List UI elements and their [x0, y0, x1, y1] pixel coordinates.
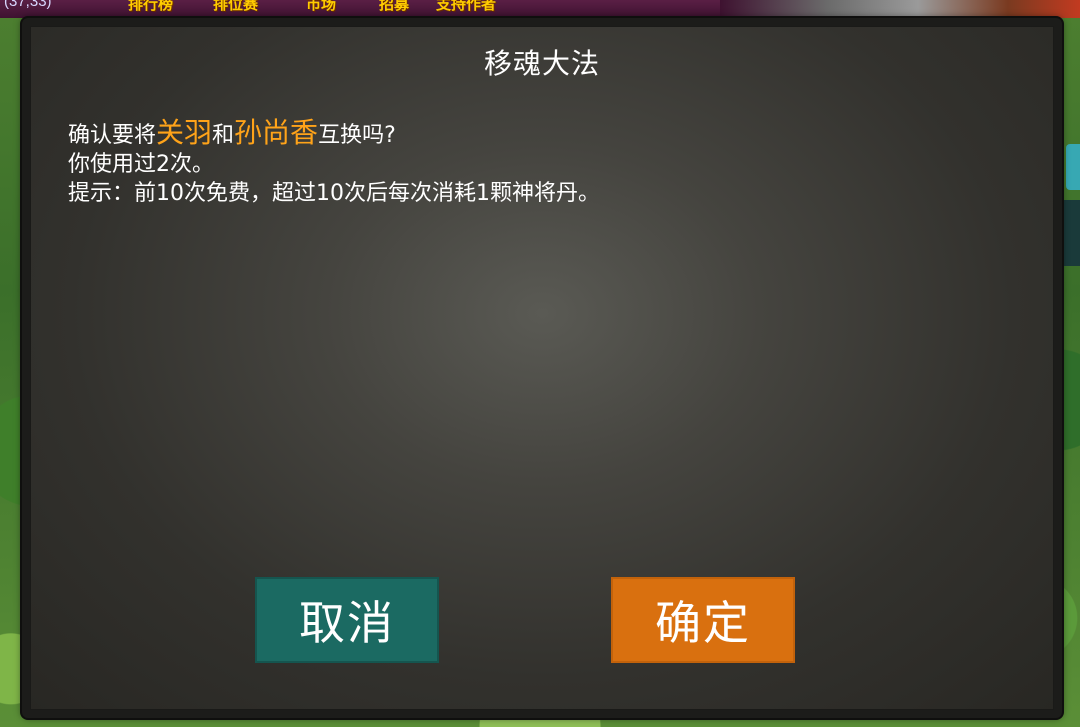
side-status-badge — [1064, 200, 1080, 266]
side-badge-glyph — [1064, 200, 1080, 208]
confirm-swap-line: 确认要将关羽和孙尚香互换吗? — [68, 118, 1008, 150]
confirm-suffix: 互换吗? — [318, 123, 396, 148]
game-top-bar: (37,33) 排行榜 排位赛 市场 招募 支持作者 — [0, 0, 1080, 18]
confirm-button[interactable]: 确定 — [611, 577, 795, 663]
dialog-message: 确认要将关羽和孙尚香互换吗? 你使用过2次。 提示：前10次免费，超过10次后每… — [68, 118, 1008, 208]
swap-soul-dialog: 移魂大法 确认要将关羽和孙尚香互换吗? 你使用过2次。 提示：前10次免费，超过… — [30, 26, 1054, 710]
menu-ranked-match[interactable]: 排位赛 — [213, 0, 258, 14]
side-badge-glyph-red — [1064, 208, 1080, 222]
cost-hint-line: 提示：前10次免费，超过10次后每次消耗1颗神将丹。 — [68, 181, 600, 206]
menu-market[interactable]: 市场 — [306, 0, 336, 14]
map-coordinates: (37,33) — [4, 0, 52, 10]
menu-support-author[interactable]: 支持作者 — [436, 0, 496, 14]
hero-name-b: 孙尚香 — [234, 116, 319, 149]
top-bar-scenery — [720, 0, 1080, 18]
usage-count-line: 你使用过2次。 — [68, 152, 214, 177]
hero-name-a: 关羽 — [156, 116, 213, 149]
menu-leaderboard[interactable]: 排行榜 — [128, 0, 173, 14]
confirm-prefix: 确认要将 — [68, 123, 157, 148]
confirm-middle: 和 — [212, 123, 235, 148]
cancel-button[interactable]: 取消 — [255, 577, 439, 663]
dialog-title: 移魂大法 — [483, 47, 600, 80]
side-panel-tab[interactable] — [1066, 144, 1080, 190]
menu-recruit[interactable]: 招募 — [379, 0, 409, 14]
